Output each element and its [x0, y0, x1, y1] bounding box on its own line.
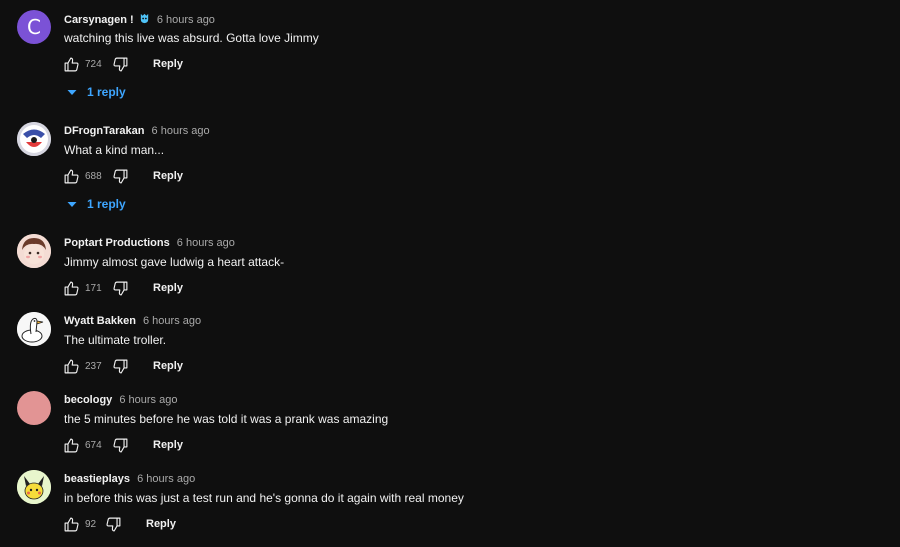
dislike-icon[interactable]	[104, 515, 122, 533]
like-icon[interactable]	[62, 357, 80, 375]
reply-button[interactable]: Reply	[146, 518, 176, 530]
like-icon[interactable]	[62, 436, 80, 454]
view-replies-button[interactable]: 1 reply	[66, 196, 126, 212]
dislike-icon[interactable]	[111, 279, 129, 297]
comment-text: the 5 minutes before he was told it was …	[64, 412, 389, 426]
like-count: 674	[85, 439, 102, 451]
reply-button[interactable]: Reply	[153, 170, 183, 182]
comment-actions: 92 Reply	[62, 514, 176, 534]
like-icon[interactable]	[62, 167, 80, 185]
comment-text: in before this was just a test run and h…	[64, 491, 464, 505]
avatar-image	[17, 234, 51, 268]
avatar[interactable]	[17, 312, 51, 346]
timestamp[interactable]: 6 hours ago	[157, 14, 215, 26]
like-count: 237	[85, 360, 102, 372]
replies-label: 1 reply	[87, 197, 126, 211]
like-icon[interactable]	[62, 55, 80, 73]
avatar-image	[17, 122, 51, 156]
author-name[interactable]: Carsynagen !	[64, 14, 134, 26]
avatar-image	[17, 470, 51, 504]
comment-header: Wyatt Bakken 6 hours ago	[64, 315, 201, 328]
avatar[interactable]	[17, 470, 51, 504]
author-name[interactable]: beastieplays	[64, 473, 130, 485]
comment-header: Poptart Productions 6 hours ago	[64, 237, 235, 250]
comment-header: Carsynagen ! 6 hours ago	[64, 13, 215, 27]
like-count: 92	[85, 518, 97, 530]
timestamp[interactable]: 6 hours ago	[119, 394, 177, 406]
view-replies-button[interactable]: 1 reply	[66, 84, 126, 100]
comment-header: DFrognTarakan 6 hours ago	[64, 125, 210, 138]
author-name[interactable]: DFrognTarakan	[64, 125, 144, 137]
replies-label: 1 reply	[87, 85, 126, 99]
caret-down-icon	[67, 90, 77, 95]
comment-actions: 724 Reply	[62, 54, 183, 74]
avatar-image	[17, 312, 51, 346]
comment-text: watching this live was absurd. Gotta lov…	[64, 31, 319, 45]
reply-button[interactable]: Reply	[153, 58, 183, 70]
comment-thread: DFrognTarakan 6 hours ago What a kind ma…	[0, 122, 900, 217]
like-count: 724	[85, 58, 102, 70]
comment-thread: beastieplays 6 hours ago in before this …	[0, 470, 900, 535]
timestamp[interactable]: 6 hours ago	[137, 473, 195, 485]
caret-down-icon	[67, 202, 77, 207]
avatar[interactable]	[17, 122, 51, 156]
comment-thread: C Carsynagen ! 6 hours ago watching this…	[0, 10, 900, 105]
dislike-icon[interactable]	[111, 436, 129, 454]
comment-actions: 674 Reply	[62, 435, 183, 455]
dislike-icon[interactable]	[111, 167, 129, 185]
comment-header: beastieplays 6 hours ago	[64, 473, 195, 486]
author-name[interactable]: Poptart Productions	[64, 237, 170, 249]
reply-button[interactable]: Reply	[153, 439, 183, 451]
like-icon[interactable]	[62, 279, 80, 297]
dislike-icon[interactable]	[111, 357, 129, 375]
avatar[interactable]	[17, 234, 51, 268]
timestamp[interactable]: 6 hours ago	[177, 237, 235, 249]
comments-section: C Carsynagen ! 6 hours ago watching this…	[0, 0, 900, 547]
comment-thread: becology 6 hours ago the 5 minutes befor…	[0, 391, 900, 456]
like-count: 688	[85, 170, 102, 182]
dislike-icon[interactable]	[111, 55, 129, 73]
comment-thread: Wyatt Bakken 6 hours ago The ultimate tr…	[0, 312, 900, 377]
author-name[interactable]: Wyatt Bakken	[64, 315, 136, 327]
reply-button[interactable]: Reply	[153, 282, 183, 294]
comment-actions: 171 Reply	[62, 278, 183, 298]
like-icon[interactable]	[62, 515, 80, 533]
timestamp[interactable]: 6 hours ago	[152, 125, 210, 137]
comment-text: The ultimate troller.	[64, 333, 167, 347]
author-name[interactable]: becology	[64, 394, 112, 406]
timestamp[interactable]: 6 hours ago	[143, 315, 201, 327]
comment-text: Jimmy almost gave ludwig a heart attack-	[64, 255, 285, 269]
comment-header: becology 6 hours ago	[64, 394, 177, 407]
like-count: 171	[85, 282, 102, 294]
comment-text: What a kind man...	[64, 143, 165, 157]
reply-button[interactable]: Reply	[153, 360, 183, 372]
comment-actions: 688 Reply	[62, 166, 183, 186]
avatar-letter: C	[27, 15, 41, 39]
comment-actions: 237 Reply	[62, 356, 183, 376]
avatar[interactable]	[17, 391, 51, 425]
avatar[interactable]: C	[17, 10, 51, 44]
member-badge-icon	[140, 13, 148, 24]
comment-thread: Poptart Productions 6 hours ago Jimmy al…	[0, 234, 900, 299]
